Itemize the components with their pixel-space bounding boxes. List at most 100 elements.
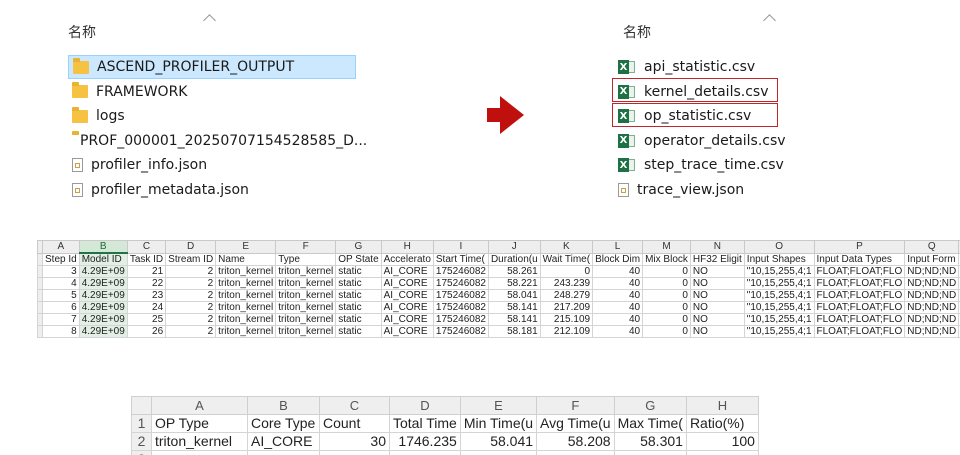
table-cell[interactable]: 4.29E+09 xyxy=(78,313,128,326)
table-cell[interactable]: FLOAT;FLOAT;FLO xyxy=(813,289,906,302)
table-cell[interactable]: AI_CORE xyxy=(380,301,434,314)
header-cell[interactable]: Block Dim xyxy=(592,252,644,266)
file-item[interactable]: FRAMEWORK xyxy=(68,80,356,104)
file-item[interactable]: logs xyxy=(68,104,356,128)
table-cell[interactable]: 25 xyxy=(126,313,167,326)
table-cell[interactable]: ND;ND;ND xyxy=(904,301,960,314)
column-letter[interactable]: M xyxy=(642,240,691,254)
table-cell[interactable]: Avg Time(u xyxy=(536,414,615,433)
column-letter[interactable]: C xyxy=(126,240,167,254)
table-cell[interactable]: 40 xyxy=(592,289,644,302)
file-item[interactable]: profiler_info.json xyxy=(68,153,356,177)
table-cell[interactable]: 100 xyxy=(685,432,759,451)
table-cell[interactable]: triton_kernel xyxy=(215,265,277,278)
column-letter[interactable]: N xyxy=(689,240,745,254)
left-name-column-header[interactable]: 名称 xyxy=(68,22,96,42)
table-cell[interactable]: Min Time(u xyxy=(459,414,538,433)
table-cell[interactable]: 58.141 xyxy=(487,313,541,326)
row-number[interactable]: 1 xyxy=(131,414,152,433)
header-cell[interactable]: Stream ID xyxy=(165,252,217,266)
file-item[interactable]: Xstep_trace_time.csv xyxy=(614,153,804,177)
table-cell[interactable]: 58.141 xyxy=(487,301,541,314)
table-cell[interactable]: triton_kernel xyxy=(151,432,248,451)
column-letter[interactable]: K xyxy=(539,240,594,254)
table-cell[interactable]: NO xyxy=(689,325,745,338)
table-cell[interactable]: 175246082 xyxy=(432,325,489,338)
table-cell[interactable]: 0 xyxy=(642,277,691,290)
column-letter[interactable]: J xyxy=(487,240,541,254)
table-cell[interactable]: AI_CORE xyxy=(380,277,434,290)
column-letter[interactable]: G xyxy=(335,240,382,254)
column-letter[interactable]: H xyxy=(685,396,759,415)
table-cell[interactable]: 1746.235 xyxy=(389,432,461,451)
header-cell[interactable]: Duration(u xyxy=(487,252,541,266)
table-cell[interactable]: "10,15,255,4;1 xyxy=(743,301,815,314)
table-cell[interactable]: 22 xyxy=(126,277,167,290)
column-letter[interactable]: A xyxy=(151,396,248,415)
table-cell[interactable]: 4.29E+09 xyxy=(78,325,128,338)
table-cell[interactable]: 2 xyxy=(165,289,217,302)
table-cell[interactable]: AI_CORE xyxy=(380,265,434,278)
table-cell[interactable]: static xyxy=(335,277,382,290)
row-number[interactable]: 3 xyxy=(131,450,152,455)
table-cell[interactable]: triton_kernel xyxy=(215,301,277,314)
table-cell[interactable] xyxy=(389,450,461,455)
column-letter[interactable]: Q xyxy=(904,240,960,254)
table-cell[interactable]: 58.208 xyxy=(536,432,615,451)
column-letter[interactable]: E xyxy=(459,396,538,415)
table-cell[interactable]: Core Type xyxy=(247,414,320,433)
table-cell[interactable]: triton_kernel xyxy=(215,277,277,290)
table-cell[interactable]: 4.29E+09 xyxy=(78,265,128,278)
table-cell[interactable]: 212.109 xyxy=(539,325,594,338)
table-cell[interactable]: static xyxy=(335,265,382,278)
table-cell[interactable]: 4.29E+09 xyxy=(78,277,128,290)
table-cell[interactable]: 2 xyxy=(165,277,217,290)
table-cell[interactable]: ND;ND;ND xyxy=(904,289,960,302)
table-cell[interactable]: 5 xyxy=(42,289,80,302)
table-cell[interactable]: "10,15,255,4;1 xyxy=(743,313,815,326)
file-item[interactable]: ASCEND_PROFILER_OUTPUT xyxy=(68,55,356,79)
table-cell[interactable]: "10,15,255,4;1 xyxy=(743,289,815,302)
table-cell[interactable]: 175246082 xyxy=(432,313,489,326)
header-cell[interactable]: Task ID xyxy=(126,252,167,266)
table-cell[interactable]: 243.239 xyxy=(539,277,594,290)
table-cell[interactable]: ND;ND;ND xyxy=(904,325,960,338)
table-cell[interactable]: 175246082 xyxy=(432,301,489,314)
table-cell[interactable] xyxy=(247,450,320,455)
table-cell[interactable]: 58.181 xyxy=(487,325,541,338)
table-cell[interactable]: NO xyxy=(689,301,745,314)
column-letter[interactable]: F xyxy=(536,396,615,415)
table-cell[interactable]: 58.221 xyxy=(487,277,541,290)
table-cell[interactable]: ND;ND;ND xyxy=(904,277,960,290)
table-cell[interactable]: NO xyxy=(689,289,745,302)
table-cell[interactable]: 26 xyxy=(126,325,167,338)
table-cell[interactable]: Total Time xyxy=(389,414,461,433)
table-cell[interactable]: FLOAT;FLOAT;FLO xyxy=(813,301,906,314)
table-cell[interactable]: "10,15,255,4;1 xyxy=(743,265,815,278)
table-cell[interactable]: 4.29E+09 xyxy=(78,301,128,314)
table-cell[interactable]: 0 xyxy=(642,289,691,302)
table-cell[interactable] xyxy=(536,450,615,455)
table-cell[interactable]: triton_kernel xyxy=(275,265,337,278)
table-cell[interactable]: 30 xyxy=(319,432,390,451)
table-cell[interactable]: 40 xyxy=(592,313,644,326)
file-item[interactable]: Xoperator_details.csv xyxy=(614,129,804,153)
table-cell[interactable]: 0 xyxy=(539,265,594,278)
column-letter[interactable]: O xyxy=(743,240,815,254)
column-letter[interactable]: B xyxy=(247,396,320,415)
table-cell[interactable]: 175246082 xyxy=(432,277,489,290)
table-cell[interactable]: static xyxy=(335,325,382,338)
header-cell[interactable]: Type xyxy=(275,252,337,266)
table-cell[interactable]: 4.29E+09 xyxy=(78,289,128,302)
table-cell[interactable]: NO xyxy=(689,277,745,290)
table-cell[interactable]: AI_CORE xyxy=(380,289,434,302)
column-letter[interactable]: F xyxy=(275,240,337,254)
file-item[interactable]: PROF_000001_20250707154528585_D... xyxy=(68,129,367,153)
column-letter[interactable]: E xyxy=(215,240,277,254)
table-cell[interactable]: 21 xyxy=(126,265,167,278)
table-cell[interactable]: ND;ND;ND xyxy=(904,265,960,278)
table-cell[interactable]: 217.209 xyxy=(539,301,594,314)
table-cell[interactable]: "10,15,255,4;1 xyxy=(743,325,815,338)
table-cell[interactable]: Ratio(%) xyxy=(685,414,759,433)
table-cell[interactable]: AI_CORE xyxy=(380,313,434,326)
